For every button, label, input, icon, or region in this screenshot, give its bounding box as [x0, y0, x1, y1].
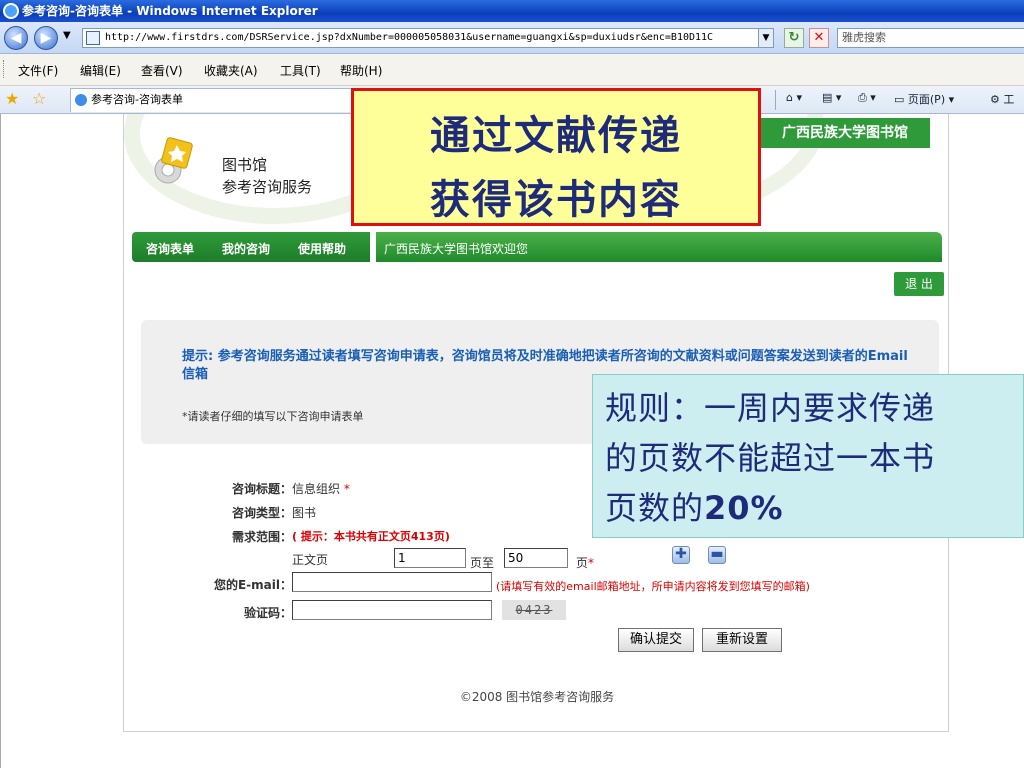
- history-dropdown-icon[interactable]: ▼: [63, 30, 71, 41]
- notice-subtext: *请读者仔细的填写以下咨询申请表单: [182, 410, 364, 423]
- brand-title: 图书馆 参考咨询服务: [222, 154, 312, 198]
- command-separator: [775, 90, 776, 110]
- submit-button[interactable]: 确认提交: [618, 628, 694, 652]
- callout-yellow-line-2: 获得该书内容: [430, 177, 682, 223]
- email-label: 您的E-mail：: [213, 578, 292, 592]
- university-banner: 广西民族大学图书馆: [760, 118, 930, 148]
- page-menu[interactable]: ▭ 页面(P) ▾: [894, 91, 954, 107]
- search-input[interactable]: 雅虎搜索: [837, 28, 1024, 48]
- email-input[interactable]: [292, 572, 492, 592]
- nav-tab-my-consult[interactable]: 我的咨询: [222, 240, 270, 257]
- stop-button[interactable]: ✕: [809, 28, 829, 48]
- captcha-label: 验证码：: [243, 606, 292, 620]
- library-logo-icon: [154, 137, 193, 184]
- callout-blue-line-2: 的页数不能超过一本书: [605, 439, 936, 477]
- range-page-label: 页*: [576, 556, 595, 570]
- window-title: 参考咨询-咨询表单 - Windows Internet Explorer: [22, 4, 318, 18]
- browser-tab[interactable]: 参考咨询-咨询表单: [70, 88, 360, 112]
- type-value: 图书: [292, 506, 317, 520]
- callout-yellow-line-1: 通过文献传递: [430, 113, 682, 159]
- refresh-button[interactable]: ↻: [784, 28, 804, 48]
- page-icon: [86, 31, 100, 45]
- callout-blue-line-3: 页数的20%: [605, 489, 784, 527]
- logout-button[interactable]: 退 出: [894, 272, 944, 296]
- menu-bar: 文件(F) 编辑(E) 查看(V) 收藏夹(A) 工具(T) 帮助(H): [0, 54, 1024, 86]
- range-to-label: 页至: [470, 556, 495, 570]
- captcha-image[interactable]: 0423: [502, 600, 566, 620]
- add-favorite-icon[interactable]: ☆: [32, 89, 46, 108]
- menu-tools[interactable]: 工具(T): [280, 62, 321, 79]
- title-value-text: 信息组织: [292, 482, 341, 496]
- callout-rule: 规则：一周内要求传递 的页数不能超过一本书 页数的20%: [592, 374, 1024, 538]
- remove-range-icon[interactable]: ▬: [708, 546, 726, 564]
- nav-tab-help[interactable]: 使用帮助: [298, 240, 346, 257]
- add-range-icon[interactable]: ✚: [672, 546, 690, 564]
- home-icon[interactable]: ⌂ ▾: [786, 91, 802, 104]
- toolbar-grip: [3, 60, 6, 78]
- range-label: 需求范围：: [231, 530, 292, 544]
- brand-line-2: 参考咨询服务: [222, 178, 313, 196]
- page-footer: ©2008 图书馆参考咨询服务: [459, 690, 615, 704]
- address-input[interactable]: http://www.firstdrs.com/DSRService.jsp?d…: [82, 28, 774, 48]
- welcome-text: 广西民族大学图书馆欢迎您: [384, 242, 529, 256]
- site-navbar: 咨询表单 我的咨询 使用帮助 广西民族大学图书馆欢迎您: [132, 230, 942, 264]
- range-text: 正文页: [292, 553, 329, 567]
- favorites-star-icon[interactable]: ★: [5, 89, 19, 108]
- forward-button[interactable]: ▶: [34, 26, 58, 50]
- email-hint: (请填写有效的email邮箱地址，所申请内容将发到您填写的邮箱): [496, 580, 810, 593]
- title-label: 咨询标题：: [231, 482, 292, 496]
- menu-view[interactable]: 查看(V): [141, 62, 183, 79]
- menu-help[interactable]: 帮助(H): [340, 62, 382, 79]
- range-to-input[interactable]: 50: [504, 548, 568, 568]
- tab-title: 参考咨询-咨询表单: [91, 93, 183, 106]
- range-from-input[interactable]: 1: [394, 548, 466, 568]
- menu-edit[interactable]: 编辑(E): [80, 62, 121, 79]
- back-button[interactable]: ◀: [4, 26, 28, 50]
- address-toolbar: ◀ ▶ ▼ http://www.firstdrs.com/DSRService…: [0, 22, 1024, 54]
- menu-file[interactable]: 文件(F): [18, 62, 58, 79]
- type-label: 咨询类型：: [231, 506, 292, 520]
- print-icon[interactable]: ⎙ ▾: [858, 91, 876, 105]
- title-value: 信息组织 *: [292, 480, 350, 497]
- brand-line-1: 图书馆: [222, 156, 268, 174]
- range-hint: ( 提示：本书共有正文页413页): [292, 530, 450, 543]
- tab-ie-icon: [75, 94, 87, 106]
- address-url: http://www.firstdrs.com/DSRService.jsp?d…: [105, 32, 714, 43]
- reset-button[interactable]: 重新设置: [702, 628, 782, 652]
- captcha-input[interactable]: [292, 600, 492, 620]
- search-placeholder: 雅虎搜索: [842, 31, 886, 44]
- feeds-icon[interactable]: ▤ ▾: [822, 91, 841, 104]
- menu-favorites[interactable]: 收藏夹(A): [204, 62, 258, 79]
- address-dropdown-icon[interactable]: ▼: [758, 29, 773, 47]
- nav-tab-consult-form[interactable]: 咨询表单: [146, 240, 194, 257]
- callout-blue-line-1: 规则：一周内要求传递: [605, 389, 936, 427]
- title-required-mark: *: [343, 482, 350, 496]
- tools-menu[interactable]: ⚙ 工: [990, 91, 1014, 107]
- ie-logo-icon: [3, 3, 19, 19]
- window-titlebar: 参考咨询-咨询表单 - Windows Internet Explorer: [0, 0, 1024, 22]
- callout-document-delivery: 通过文献传递 获得该书内容: [351, 88, 761, 226]
